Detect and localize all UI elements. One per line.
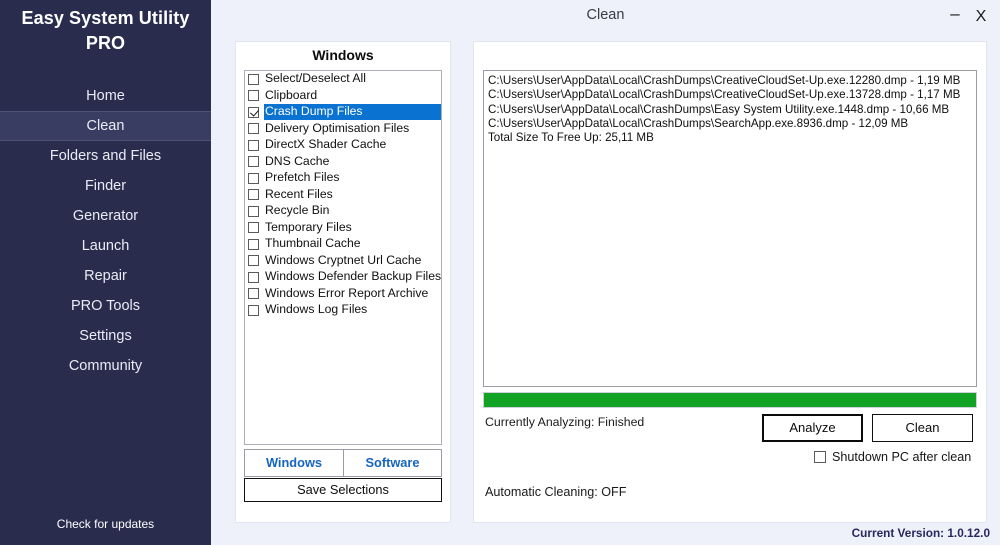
list-item[interactable]: Temporary Files xyxy=(245,220,441,237)
checkbox-icon xyxy=(814,451,826,463)
list-item-label: Clipboard xyxy=(265,87,318,102)
list-item-label: Recent Files xyxy=(265,186,333,201)
check-for-updates-link[interactable]: Check for updates xyxy=(0,517,211,531)
list-item-label: Windows Error Report Archive xyxy=(265,285,429,300)
list-item[interactable]: Windows Log Files xyxy=(245,302,441,319)
sidebar-item-settings[interactable]: Settings xyxy=(0,321,211,351)
minimize-icon[interactable]: – xyxy=(946,5,964,26)
cleanup-items-list[interactable]: Select/Deselect All Clipboard Crash Dump F… xyxy=(244,70,442,445)
checkbox-icon[interactable] xyxy=(248,255,259,267)
list-item[interactable]: Prefetch Files xyxy=(245,170,441,187)
app-title: Easy System Utility PRO xyxy=(21,8,190,53)
checkbox-icon[interactable] xyxy=(248,156,259,168)
log-line: Total Size To Free Up: 25,11 MB xyxy=(488,131,654,145)
list-item[interactable]: Clipboard xyxy=(245,88,441,105)
sidebar-item-clean[interactable]: Clean xyxy=(0,111,211,141)
checkbox-icon[interactable] xyxy=(248,288,259,300)
progress-bar-fill xyxy=(484,393,976,407)
list-item-label: Thumbnail Cache xyxy=(265,236,361,251)
list-item-label: Windows Cryptnet Url Cache xyxy=(265,252,422,267)
checkbox-icon[interactable] xyxy=(248,73,259,85)
list-item-label: DNS Cache xyxy=(265,153,330,168)
list-item[interactable]: Windows Cryptnet Url Cache xyxy=(245,253,441,270)
clean-button[interactable]: Clean xyxy=(872,414,973,442)
checkbox-icon[interactable] xyxy=(248,90,259,102)
close-icon[interactable]: X xyxy=(972,8,990,26)
checkbox-icon[interactable] xyxy=(248,222,259,234)
checkbox-icon[interactable] xyxy=(248,238,259,250)
status-analyzing: Currently Analyzing: Finished xyxy=(485,415,645,429)
sidebar-item-community[interactable]: Community xyxy=(0,351,211,381)
checkbox-icon[interactable] xyxy=(248,139,259,151)
shutdown-after-clean-checkbox[interactable]: Shutdown PC after clean xyxy=(814,450,971,464)
save-selections-button[interactable]: Save Selections xyxy=(244,478,442,502)
sidebar-item-generator[interactable]: Generator xyxy=(0,201,211,231)
sidebar-item-repair[interactable]: Repair xyxy=(0,261,211,291)
checkbox-icon[interactable] xyxy=(248,189,259,201)
sidebar-item-home[interactable]: Home xyxy=(0,81,211,111)
list-item[interactable]: Windows Error Report Archive xyxy=(245,286,441,303)
list-item[interactable]: Thumbnail Cache xyxy=(245,236,441,253)
window-title: Clean xyxy=(586,7,625,23)
checkbox-checked-icon[interactable] xyxy=(248,106,259,118)
checkbox-icon[interactable] xyxy=(248,123,259,135)
analyze-button[interactable]: Analyze xyxy=(762,414,863,442)
log-line: C:\Users\User\AppData\Local\CrashDumps\C… xyxy=(488,88,961,102)
sidebar-item-folders-and-files[interactable]: Folders and Files xyxy=(0,141,211,171)
status-automatic-cleaning: Automatic Cleaning: OFF xyxy=(485,485,627,499)
list-header: Windows xyxy=(312,47,374,63)
list-item-label: DirectX Shader Cache xyxy=(265,137,387,152)
checkbox-icon[interactable] xyxy=(248,304,259,316)
list-item[interactable]: Select/Deselect All xyxy=(245,71,441,88)
category-tabs: Windows Software xyxy=(244,449,442,477)
analysis-log[interactable]: C:\Users\User\AppData\Local\CrashDumps\C… xyxy=(483,70,977,387)
progress-bar xyxy=(483,392,977,408)
windows-cleanup-panel: Windows Select/Deselect All Clipboard Cras… xyxy=(236,42,450,522)
checkbox-icon[interactable] xyxy=(248,271,259,283)
list-item-label: Windows Log Files xyxy=(265,302,368,317)
list-item[interactable]: Windows Defender Backup Files xyxy=(245,269,441,286)
sidebar-nav: Home Clean Folders and Files Finder Generato… xyxy=(0,81,211,381)
list-item[interactable]: Recycle Bin xyxy=(245,203,441,220)
list-item-label: Prefetch Files xyxy=(265,170,340,185)
list-item[interactable]: Crash Dump Files xyxy=(245,104,441,121)
tab-software[interactable]: Software xyxy=(343,450,441,476)
tab-windows[interactable]: Windows xyxy=(245,450,343,476)
list-item-label: Recycle Bin xyxy=(265,203,330,218)
list-item[interactable]: Delivery Optimisation Files xyxy=(245,121,441,138)
log-line: C:\Users\User\AppData\Local\CrashDumps\E… xyxy=(488,102,950,116)
analysis-panel: C:\Users\User\AppData\Local\CrashDumps\C… xyxy=(474,42,986,522)
log-line: C:\Users\User\AppData\Local\CrashDumps\S… xyxy=(488,116,909,130)
list-item[interactable]: Recent Files xyxy=(245,187,441,204)
list-item-label: Temporary Files xyxy=(265,219,352,234)
list-item[interactable]: DNS Cache xyxy=(245,154,441,171)
title-bar: Clean – X xyxy=(211,0,1000,32)
sidebar-item-pro-tools[interactable]: PRO Tools xyxy=(0,291,211,321)
sidebar: Easy System Utility PRO Home Clean Folders… xyxy=(0,0,211,545)
checkbox-icon[interactable] xyxy=(248,205,259,217)
list-item-label: Delivery Optimisation Files xyxy=(265,120,410,135)
log-line: C:\Users\User\AppData\Local\CrashDumps\C… xyxy=(488,74,961,87)
list-item-label: Select/Deselect All xyxy=(265,71,366,86)
list-item-label: Crash Dump Files xyxy=(264,104,441,121)
sidebar-item-launch[interactable]: Launch xyxy=(0,231,211,261)
shutdown-after-clean-label: Shutdown PC after clean xyxy=(832,450,972,464)
list-item-label: Windows Defender Backup Files xyxy=(265,269,442,284)
checkbox-icon[interactable] xyxy=(248,172,259,184)
version-label: Current Version: 1.0.12.0 xyxy=(851,526,990,540)
list-item[interactable]: DirectX Shader Cache xyxy=(245,137,441,154)
sidebar-item-finder[interactable]: Finder xyxy=(0,171,211,201)
